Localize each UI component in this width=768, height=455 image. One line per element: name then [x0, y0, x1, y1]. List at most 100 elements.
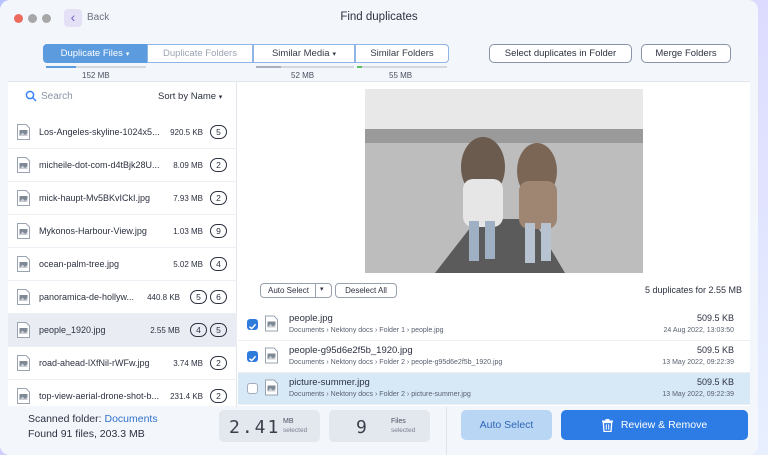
image-preview	[365, 89, 643, 273]
path-segment: Documents	[289, 327, 325, 334]
duplicate-file-row[interactable]: people-g95d6e2f5b_1920.jpg Documents › Ne…	[238, 341, 750, 373]
image-file-icon	[17, 355, 30, 371]
tab-usage-bar	[357, 66, 447, 68]
duplicate-count-badge: 2	[210, 191, 227, 205]
title-bar: ‹ Back Find duplicates	[0, 0, 758, 36]
file-name: Mykonos-Harbour-View.jpg	[39, 226, 147, 236]
path-segment: people-g95d6e2f5b_1920.jpg	[411, 359, 503, 366]
file-name: micheile-dot-com-d4tBjk28U...	[39, 160, 160, 170]
image-file-icon	[17, 256, 30, 272]
merge-folders-button[interactable]: Merge Folders	[641, 44, 731, 63]
file-list-item[interactable]: mick-haupt-Mv5BKvICkI.jpg 7.93 MB 2	[8, 182, 237, 215]
file-list-item[interactable]: people_1920.jpg 2.55 MB 4 5	[8, 314, 237, 347]
chevron-down-icon: ▾	[332, 50, 337, 58]
tab-label: Similar Folders	[370, 48, 434, 59]
dropdown-divider	[315, 284, 316, 297]
image-file-icon	[265, 315, 278, 332]
file-list-sidebar: Search Sort by Name ▾ Los-Angeles-skylin…	[8, 82, 237, 413]
selected-size-value: 2.41	[229, 417, 281, 438]
file-name: ocean-palm-tree.jpg	[39, 259, 120, 269]
file-name: mick-haupt-Mv5BKvICkI.jpg	[39, 193, 151, 203]
duplicate-count-badge: 5	[190, 290, 207, 304]
duplicate-file-date: 13 May 2022, 09:22:39	[662, 359, 734, 366]
image-file-icon	[17, 157, 30, 173]
file-name: panoramica-de-hollyw...	[39, 292, 135, 302]
search-input[interactable]: Search	[41, 91, 73, 102]
search-icon	[25, 90, 37, 102]
tab-duplicate-files[interactable]: Duplicate Files ▾	[43, 44, 147, 63]
image-file-icon	[265, 347, 278, 364]
caret-down-icon: ▾	[218, 94, 223, 101]
tab-usage-bar	[46, 66, 146, 68]
auto-select-button[interactable]: Auto Select	[461, 410, 552, 440]
duplicate-count-badge: 2	[210, 158, 227, 172]
file-name: people_1920.jpg	[39, 325, 106, 335]
duplicate-file-row[interactable]: people.jpg Documents › Nektony docs › Fol…	[238, 309, 750, 341]
file-name: top-view-aerial-drone-shot-b...	[39, 391, 160, 401]
path-segment: picture-summer.jpg	[411, 391, 471, 398]
file-path-breadcrumb: Documents › Nektony docs › Folder 2 › pi…	[289, 391, 471, 398]
selected-files-sub: selected	[391, 427, 416, 434]
tab-usage-bar	[256, 66, 354, 68]
file-size: 920.5 KB	[170, 128, 203, 137]
path-segment: Nektony docs	[330, 359, 374, 366]
duplicate-file-row[interactable]: picture-summer.jpg Documents › Nektony do…	[238, 373, 750, 405]
file-list-item[interactable]: Los-Angeles-skyline-1024x5... 920.5 KB 5	[8, 116, 237, 149]
duplicate-count-badge: 2	[210, 389, 227, 403]
file-size: 440.8 KB	[147, 293, 180, 302]
path-segment: Documents	[289, 391, 325, 398]
file-list-item[interactable]: ocean-palm-tree.jpg 5.02 MB 4	[8, 248, 237, 281]
selected-files-value: 9	[356, 417, 369, 438]
review-remove-label: Review & Remove	[620, 419, 708, 431]
file-list-item[interactable]: Mykonos-Harbour-View.jpg 1.03 MB 9	[8, 215, 237, 248]
tab-duplicate-folders[interactable]: Duplicate Folders	[147, 44, 253, 63]
tab-similar-media[interactable]: Similar Media ▾	[253, 44, 355, 63]
chevron-down-icon: ▾	[125, 50, 130, 58]
file-path-breadcrumb: Documents › Nektony docs › Folder 1 › pe…	[289, 327, 444, 334]
similar-count-badge: 6	[210, 290, 227, 304]
selected-size-sub: selected	[283, 427, 308, 434]
image-file-icon	[17, 124, 30, 140]
file-checkbox[interactable]	[247, 383, 258, 394]
deselect-all-button[interactable]: Deselect All	[335, 283, 397, 298]
file-list-item[interactable]: micheile-dot-com-d4tBjk28U... 8.09 MB 2	[8, 149, 237, 182]
checkmark-icon	[248, 355, 257, 362]
duplicate-count-badge: 2	[210, 356, 227, 370]
duplicate-count-badge: 4	[190, 323, 207, 337]
select-duplicates-in-folder-button[interactable]: Select duplicates in Folder	[489, 44, 632, 63]
sort-label: Sort by Name	[158, 91, 217, 102]
file-name: road-ahead-lXfNil-rWFw.jpg	[39, 358, 150, 368]
image-file-icon	[265, 379, 278, 396]
review-remove-button[interactable]: Review & Remove	[561, 410, 748, 440]
file-checkbox[interactable]	[247, 351, 258, 362]
scanned-folder-link[interactable]: Documents	[104, 413, 157, 425]
tab-size-label: 52 MB	[291, 71, 315, 80]
duplicates-summary: 5 duplicates for 2.55 MB	[644, 285, 742, 295]
chevron-down-icon: ▾	[320, 286, 324, 293]
sort-dropdown[interactable]: Sort by Name ▾	[158, 91, 222, 102]
footer-bar: Scanned folder: Documents Found 91 files…	[0, 407, 758, 455]
tab-size-label: 152 MB	[82, 71, 110, 80]
duplicate-file-name: people-g95d6e2f5b_1920.jpg	[289, 345, 413, 356]
file-list-item[interactable]: panoramica-de-hollyw... 440.8 KB 5 6	[8, 281, 237, 314]
file-size: 1.03 MB	[173, 227, 203, 236]
duplicate-count-badge: 5	[210, 125, 227, 139]
footer-divider	[446, 407, 447, 455]
file-size: 3.74 MB	[173, 359, 203, 368]
path-segment: people.jpg	[411, 327, 444, 334]
tab-size-label: 55 MB	[389, 71, 413, 80]
path-segment: Folder 1	[379, 327, 405, 334]
tab-label: Duplicate Files	[60, 48, 123, 59]
main-panel: Search Sort by Name ▾ Los-Angeles-skylin…	[8, 81, 750, 413]
window-title: Find duplicates	[340, 11, 418, 23]
found-files-label: Found 91 files, 203.3 MB	[28, 428, 145, 440]
tab-similar-folders[interactable]: Similar Folders	[355, 44, 449, 63]
file-size: 8.09 MB	[173, 161, 203, 170]
file-checkbox[interactable]	[247, 319, 258, 330]
trash-icon	[601, 418, 613, 432]
auto-select-dropdown[interactable]: Auto Select ▾	[260, 283, 332, 298]
scanned-prefix: Scanned folder:	[28, 413, 102, 425]
path-segment: Folder 2	[379, 391, 405, 398]
file-list-item[interactable]: road-ahead-lXfNil-rWFw.jpg 3.74 MB 2	[8, 347, 237, 380]
selected-size-stat: 2.41 MB selected	[219, 410, 320, 442]
